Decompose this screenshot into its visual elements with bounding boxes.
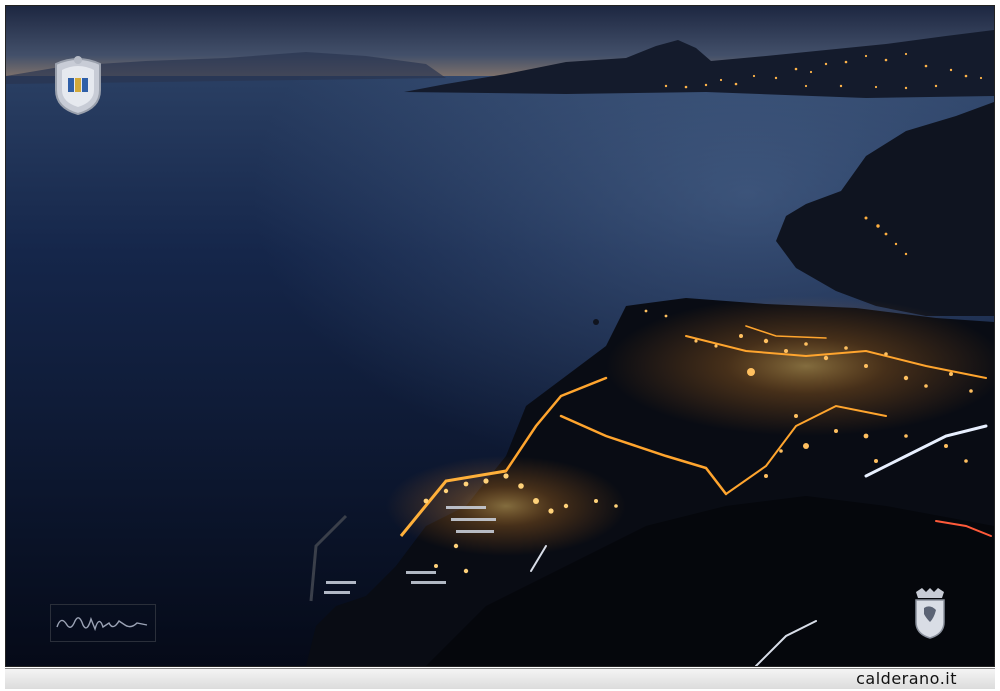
town-glow — [606, 296, 994, 436]
town-crest-icon — [55, 56, 101, 116]
photo-frame — [5, 5, 995, 667]
photographer-signature — [50, 604, 156, 642]
night-coast-photo — [6, 6, 994, 666]
rock — [593, 319, 599, 325]
footer-bar: calderano.it — [5, 668, 995, 689]
coat-of-arms-icon — [915, 588, 945, 639]
site-watermark: calderano.it — [856, 669, 957, 688]
